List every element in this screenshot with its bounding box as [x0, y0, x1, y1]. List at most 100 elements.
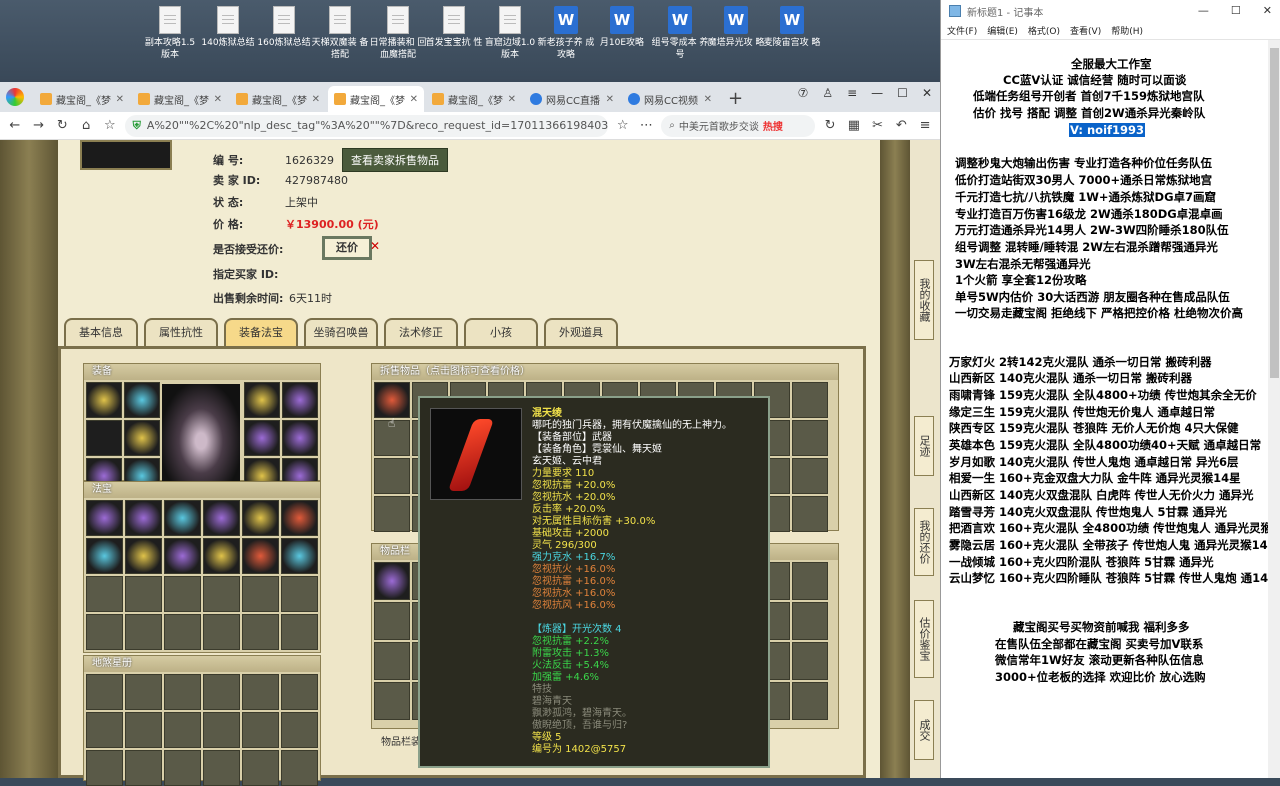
star-icon[interactable]: ☆ [614, 118, 632, 133]
side-tab[interactable]: 成交 [914, 700, 934, 760]
notepad-close-button[interactable]: ✕ [1263, 4, 1272, 17]
tab-close-icon[interactable]: ✕ [704, 94, 712, 105]
page-tab[interactable]: 装备法宝 [224, 318, 298, 348]
desktop-icon[interactable]: 140炼狱总结 [198, 6, 258, 49]
menu-icon[interactable]: ≡ [847, 86, 857, 100]
browser-tab[interactable]: 藏宝阁_《梦 ✕ [230, 86, 326, 112]
inventory-slot[interactable] [792, 642, 828, 680]
notepad-menu-item[interactable]: 帮助(H) [1111, 24, 1143, 37]
inventory-slot[interactable] [125, 614, 162, 650]
inventory-slot[interactable] [281, 538, 318, 574]
inventory-slot[interactable] [203, 712, 240, 748]
desktop-icon[interactable]: 160炼狱总结 [254, 6, 314, 49]
notepad-menu-item[interactable]: 编辑(E) [987, 24, 1018, 37]
inventory-slot[interactable] [86, 750, 123, 786]
desktop-icon[interactable]: 盲窟边域1.0 版本 [480, 6, 540, 61]
inventory-slot[interactable] [86, 576, 123, 612]
undo-icon[interactable]: ↶ [892, 118, 910, 133]
inventory-slot[interactable] [281, 576, 318, 612]
inventory-slot[interactable] [164, 576, 201, 612]
tab-close-icon[interactable]: ✕ [312, 94, 320, 105]
inventory-slot[interactable] [792, 496, 828, 532]
side-tab[interactable]: 我的还价 [914, 508, 934, 576]
notepad-text-area[interactable]: 全服最大工作室 CC蓝V认证 诚信经营 随时可以面谈 低端任务组号开创者 首创7千1… [941, 40, 1280, 778]
desktop-icon[interactable]: W 新老孩子养 成攻略 [536, 6, 596, 61]
page-tab[interactable]: 属性抗性 [144, 318, 218, 348]
inventory-slot[interactable] [164, 614, 201, 650]
browser-tab[interactable]: 藏宝阁_《梦 ✕ [34, 86, 130, 112]
scissors-icon[interactable]: ✂ [869, 118, 887, 133]
inventory-slot[interactable] [282, 382, 318, 418]
inventory-slot[interactable] [125, 538, 162, 574]
desktop-icon[interactable]: 首发宝宝抗 性 [424, 6, 484, 49]
counter-offer-button[interactable]: 还价 [322, 236, 372, 260]
page-tab[interactable]: 基本信息 [64, 318, 138, 348]
inventory-slot[interactable] [242, 712, 279, 748]
reload-icon[interactable]: ↻ [53, 118, 71, 133]
minimize-button[interactable]: — [871, 86, 883, 100]
shirt-icon[interactable]: ♙ [822, 86, 833, 100]
inventory-slot[interactable] [203, 674, 240, 710]
inventory-slot[interactable] [792, 458, 828, 494]
browser-tab[interactable]: 藏宝阁_《梦 ✕ [132, 86, 228, 112]
inventory-slot[interactable] [242, 500, 279, 536]
inventory-slot[interactable] [792, 382, 828, 418]
tab-close-icon[interactable]: ✕ [116, 94, 124, 105]
notepad-menu-item[interactable]: 文件(F) [947, 24, 977, 37]
inventory-slot[interactable] [86, 420, 122, 456]
side-tab[interactable]: 足迹 [914, 416, 934, 476]
notepad-menu-item[interactable]: 查看(V) [1070, 24, 1101, 37]
inventory-slot[interactable] [125, 500, 162, 536]
desktop-icon[interactable]: W 魔塔异光攻 略 [706, 6, 766, 49]
menu-more-icon[interactable]: ≡ [916, 118, 934, 133]
inventory-slot[interactable] [374, 496, 410, 532]
grid-icon[interactable]: ▦ [845, 118, 863, 133]
notepad-maximize-button[interactable]: ☐ [1231, 4, 1241, 17]
inventory-slot[interactable] [203, 500, 240, 536]
notepad-minimize-button[interactable]: — [1198, 4, 1209, 17]
more-icon[interactable]: ⋯ [638, 118, 656, 133]
inventory-slot[interactable] [374, 682, 410, 720]
inventory-slot[interactable] [86, 538, 123, 574]
inventory-slot[interactable] [282, 420, 318, 456]
inventory-slot[interactable] [86, 500, 123, 536]
browser-logo-icon[interactable] [6, 88, 24, 106]
browser-tab[interactable]: 网易CC直播 ✕ [524, 86, 620, 112]
inventory-slot[interactable] [164, 712, 201, 748]
desktop-icon[interactable]: W 组号零成本 养号 [650, 6, 710, 61]
inventory-slot[interactable] [244, 420, 280, 456]
browser-tab[interactable]: 藏宝阁_《梦 ✕ [426, 86, 522, 112]
inventory-slot[interactable] [374, 382, 410, 418]
side-tab[interactable]: 我的收藏 [914, 260, 934, 340]
browser-tab[interactable]: 藏宝阁_《梦 ✕ [328, 86, 424, 112]
home-icon[interactable]: ⌂ [77, 118, 95, 133]
inventory-slot[interactable] [281, 500, 318, 536]
inventory-slot[interactable] [374, 458, 410, 494]
back-icon[interactable]: ← [6, 118, 24, 133]
page-tab[interactable]: 法术修正 [384, 318, 458, 348]
inventory-slot[interactable] [792, 682, 828, 720]
tab-close-icon[interactable]: ✕ [508, 94, 516, 105]
page-tab[interactable]: 小孩 [464, 318, 538, 348]
inventory-slot[interactable] [281, 674, 318, 710]
inventory-slot[interactable] [86, 712, 123, 748]
inventory-slot[interactable] [281, 750, 318, 786]
pin-icon[interactable]: ⑦ [798, 86, 809, 100]
inventory-slot[interactable] [244, 382, 280, 418]
maximize-button[interactable]: ☐ [897, 86, 908, 100]
inventory-slot[interactable] [124, 382, 160, 418]
desktop-icon[interactable]: 日常播装和 回血魔搭配 [368, 6, 428, 61]
inventory-slot[interactable] [281, 712, 318, 748]
inventory-slot[interactable] [792, 420, 828, 456]
bookmark-icon[interactable]: ☆ [101, 118, 119, 133]
page-tab[interactable]: 坐骑召唤兽 [304, 318, 378, 348]
inventory-slot[interactable] [124, 420, 160, 456]
inventory-slot[interactable] [792, 562, 828, 600]
inventory-slot[interactable] [86, 674, 123, 710]
inventory-slot[interactable] [203, 538, 240, 574]
inventory-slot[interactable] [203, 750, 240, 786]
inventory-slot[interactable] [242, 576, 279, 612]
inventory-slot[interactable] [374, 602, 410, 640]
inventory-slot[interactable] [792, 602, 828, 640]
notepad-scroll-thumb[interactable] [1270, 48, 1279, 378]
